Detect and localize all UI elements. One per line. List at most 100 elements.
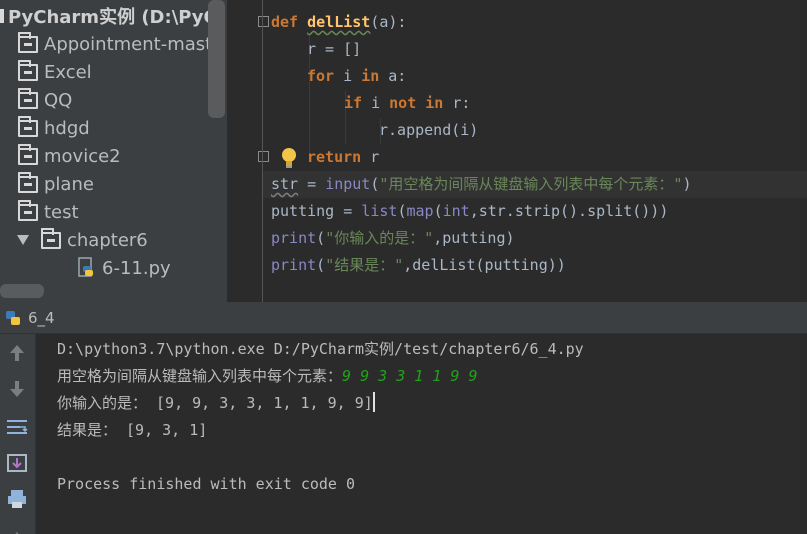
keyword-if: if: [344, 94, 363, 112]
function-name: delList: [307, 13, 371, 31]
console-echo-text: 你输入的是： [9, 9, 3, 3, 1, 1, 9, 9]: [57, 394, 373, 412]
tree-item-appointment[interactable]: Appointment-mast: [18, 30, 227, 58]
builtin-list: list: [361, 202, 398, 220]
down-arrow-icon: [10, 381, 24, 397]
code-line-7: str = input("用空格为间隔从键盘输入列表中每个元素："): [271, 171, 691, 198]
tree-item-chapter6[interactable]: chapter6: [17, 226, 227, 254]
tree-item-label: chapter6: [67, 229, 148, 251]
folder-icon: [18, 199, 38, 221]
folder-icon: [18, 31, 38, 53]
tree-item-hdgd[interactable]: hdgd: [18, 114, 227, 142]
folder-icon: [41, 227, 61, 249]
text-cursor: [372, 392, 375, 412]
tree-item-label: Appointment-mast: [44, 33, 213, 55]
code-line-10: print("结果是：",delList(putting)): [271, 252, 566, 279]
console-input-line: 用空格为间隔从键盘输入列表中每个元素：9 9 3 3 1 1 9 9: [57, 363, 477, 390]
tree-root-label: PyCharm实例 (D:\PyCh: [8, 7, 210, 28]
tree-item-label: test: [44, 201, 79, 223]
root-module-icon: [0, 9, 4, 23]
keyword-def: def: [271, 13, 299, 31]
code-line-6: return r: [307, 144, 379, 171]
builtin-input: input: [325, 175, 371, 193]
tree-item-label: Excel: [44, 61, 92, 83]
code-text: =: [298, 175, 326, 193]
run-console[interactable]: D:\python3.7\python.exe D:/PyCharm实例/tes…: [36, 334, 807, 534]
tree-item-qq[interactable]: QQ: [18, 86, 227, 114]
project-tree: PyCharm实例 (D:\PyCh Appointment-mast Exce…: [0, 0, 227, 302]
editor-gutter-separator: [262, 0, 263, 302]
builtin-int: int: [442, 202, 470, 220]
up-arrow-icon: [10, 345, 24, 361]
code-text: ,delList(putting)): [403, 256, 566, 274]
params: (a):: [370, 13, 407, 31]
tree-root[interactable]: PyCharm实例 (D:\PyCh: [0, 2, 210, 30]
console-command-line: D:\python3.7\python.exe D:/PyCharm实例/tes…: [57, 340, 584, 358]
code-text: ,str.strip().split())): [469, 202, 669, 220]
code-line-4: if i not in r:: [344, 90, 470, 117]
scroll-to-end-icon: [7, 454, 27, 472]
code-text: putting =: [271, 202, 362, 220]
builtin-print: print: [271, 229, 317, 247]
run-tab-title[interactable]: 6_4: [28, 309, 55, 327]
tree-item-file-6-11[interactable]: 6-11.py: [76, 254, 227, 282]
tree-horizontal-scrollbar[interactable]: [0, 284, 44, 298]
code-line-3: for i in a:: [307, 63, 406, 90]
folder-icon: [18, 59, 38, 81]
code-text: r: [361, 148, 380, 166]
folder-icon: [18, 87, 38, 109]
keyword-return: return: [307, 148, 362, 166]
tree-item-movice2[interactable]: movice2: [18, 142, 227, 170]
keyword-not-in: not in: [389, 94, 444, 112]
code-text: str: [271, 175, 299, 193]
string-literal: "结果是：": [325, 256, 404, 274]
code-text: (: [433, 202, 443, 220]
tree-item-plane[interactable]: plane: [18, 170, 227, 198]
fold-marker-icon[interactable]: [258, 16, 269, 27]
builtin-print: print: [271, 256, 317, 274]
console-echo-line: 你输入的是： [9, 9, 3, 3, 1, 1, 9, 9]: [57, 390, 375, 417]
tree-item-label: QQ: [44, 89, 73, 111]
string-literal: "用空格为间隔从键盘输入列表中每个元素：": [379, 175, 683, 193]
python-run-icon: [6, 310, 20, 325]
code-line-9: print("你输入的是：",putting): [271, 225, 515, 252]
expand-arrow-icon[interactable]: [17, 235, 29, 245]
settings-button[interactable]: [6, 524, 28, 534]
code-text: r.append(i): [379, 121, 479, 139]
code-text: i: [334, 67, 362, 85]
code-text: i: [362, 94, 390, 112]
tree-item-label: movice2: [44, 145, 121, 167]
up-arrow-button[interactable]: [6, 342, 28, 364]
gear-icon: [15, 532, 19, 534]
folder-icon: [18, 143, 38, 165]
code-text: ,putting): [433, 229, 515, 247]
code-line-5: r.append(i): [379, 117, 478, 144]
code-text: (: [316, 256, 326, 274]
code-text: a:: [379, 67, 407, 85]
console-result-line: 结果是： [9, 3, 1]: [57, 421, 208, 439]
console-prompt: 用空格为间隔从键盘输入列表中每个元素：: [57, 367, 343, 385]
python-file-icon: [78, 257, 93, 277]
code-text: ): [682, 175, 692, 193]
soft-wrap-icon: [7, 420, 28, 434]
tree-item-label: hdgd: [44, 117, 90, 139]
tree-item-excel[interactable]: Excel: [18, 58, 227, 86]
print-button[interactable]: [6, 488, 28, 510]
code-editor[interactable]: def delList(a): r = [] for i in a: if i …: [227, 0, 807, 302]
tree-item-label: plane: [44, 173, 94, 195]
soft-wrap-button[interactable]: [6, 416, 28, 438]
code-line-8: putting = list(map(int,str.strip().split…: [271, 198, 668, 225]
run-toolbar: [0, 334, 36, 534]
lightbulb-icon[interactable]: [279, 147, 299, 169]
string-literal: "你输入的是：": [325, 229, 434, 247]
tree-vertical-scrollbar[interactable]: [208, 0, 225, 118]
console-user-input: 9 9 3 3 1 1 9 9: [342, 367, 478, 385]
keyword-in: in: [361, 67, 380, 85]
scroll-to-end-button[interactable]: [6, 452, 28, 474]
fold-marker-icon[interactable]: [258, 151, 269, 162]
folder-icon: [18, 171, 38, 193]
down-arrow-button[interactable]: [6, 378, 28, 400]
code-text: r = []: [307, 40, 362, 58]
builtin-map: map: [406, 202, 434, 220]
tree-item-test[interactable]: test: [18, 198, 227, 226]
code-line-1: def delList(a):: [271, 9, 406, 36]
